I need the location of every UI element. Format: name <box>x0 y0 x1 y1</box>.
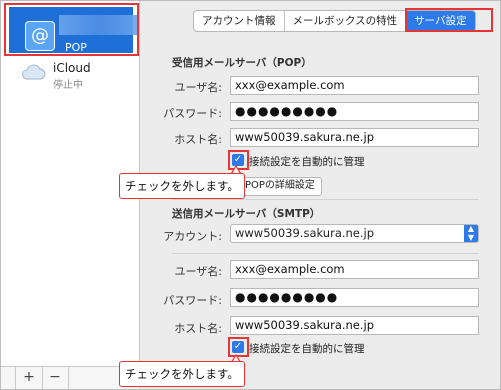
callout-uncheck-1: チェックを外します。 <box>119 173 245 199</box>
outgoing-server-title: 送信用メールサーバ（SMTP） <box>172 208 321 220</box>
account-highlight-box <box>4 3 139 56</box>
incoming-password-label: パスワード: <box>163 107 222 120</box>
outgoing-account-select[interactable]: www50039.sakura.ne.jp ▲ ▼ <box>230 224 479 243</box>
tab-account-info[interactable]: アカウント情報 <box>194 11 285 31</box>
outgoing-username-field[interactable]: xxx@example.com <box>230 260 479 279</box>
section-divider <box>172 199 479 200</box>
incoming-server-title: 受信用メールサーバ（POP） <box>172 57 312 69</box>
outgoing-username-label: ユーザ名: <box>174 265 223 278</box>
outgoing-host-field[interactable]: www50039.sakura.ne.jp <box>230 316 479 335</box>
add-account-button[interactable]: + <box>15 367 43 389</box>
outgoing-auto-manage-label: 接続設定を自動的に管理 <box>249 343 365 355</box>
outgoing-account-value: www50039.sakura.ne.jp <box>235 226 375 240</box>
remove-account-button[interactable]: − <box>42 367 69 389</box>
incoming-username-label: ユーザ名: <box>174 81 223 94</box>
tab-mailbox-behaviors[interactable]: メールボックスの特性 <box>285 11 407 31</box>
incoming-host-field[interactable]: www50039.sakura.ne.jp <box>230 128 479 147</box>
callout-uncheck-2: チェックを外します。 <box>119 361 245 387</box>
outgoing-password-field[interactable]: ●●●●●●●●● <box>230 288 479 307</box>
incoming-auto-manage-label: 接続設定を自動的に管理 <box>249 156 365 168</box>
tab-highlight-box <box>405 8 493 32</box>
outgoing-host-label: ホスト名: <box>174 322 222 335</box>
outgoing-account-label: アカウント: <box>163 230 222 243</box>
incoming-host-label: ホスト名: <box>174 133 222 146</box>
icloud-name: iCloud <box>53 61 91 75</box>
chevron-updown-icon: ▲ ▼ <box>464 224 478 242</box>
outgoing-password-label: パスワード: <box>163 294 222 307</box>
section-divider <box>172 253 479 254</box>
incoming-password-field[interactable]: ●●●●●●●●● <box>230 102 479 121</box>
incoming-username-field[interactable]: xxx@example.com <box>230 76 479 95</box>
pop-advanced-settings-button[interactable]: POPの詳細設定 <box>238 177 322 196</box>
